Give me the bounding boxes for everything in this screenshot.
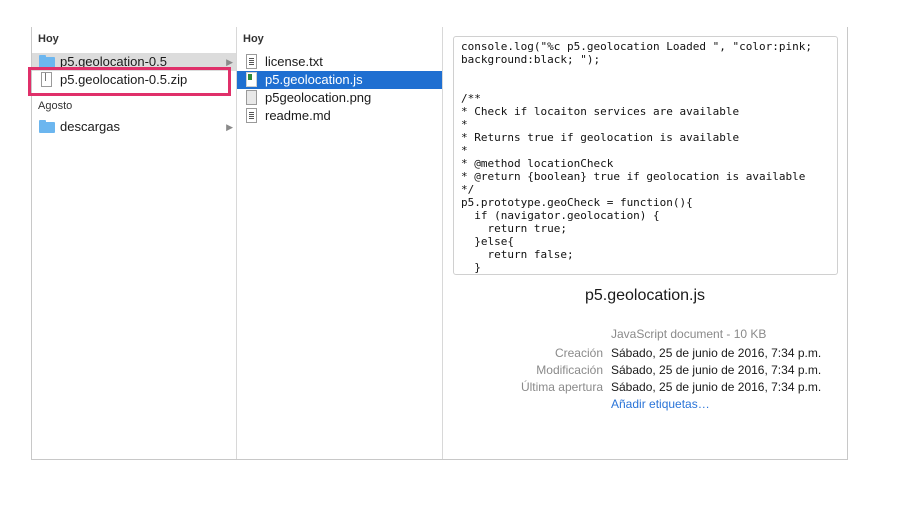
file-name: p5.geolocation.js	[584, 287, 706, 304]
item-label: descargas	[60, 119, 120, 134]
list-item-readme[interactable]: readme.md	[237, 107, 442, 125]
created-label: Creación	[554, 346, 603, 360]
preview-pane: console.log("%c p5.geolocation Loaded ",…	[443, 27, 847, 459]
item-label: license.txt	[265, 54, 323, 69]
item-label: p5.geolocation.js	[265, 72, 363, 87]
highlight-annotation-box	[28, 67, 231, 96]
chevron-right-icon: ▶	[226, 122, 233, 132]
modified-label: Modificación	[536, 363, 603, 377]
column-folder-contents: Hoy license.txt p5.geolocation.js p5geol…	[237, 27, 443, 459]
code-preview[interactable]: console.log("%c p5.geolocation Loaded ",…	[453, 36, 838, 275]
last-opened-label: Última apertura	[520, 380, 603, 394]
add-tags-link[interactable]: Añadir etiquetas…	[611, 397, 710, 411]
text-file-icon	[246, 54, 257, 69]
section-header-today: Hoy	[243, 33, 264, 45]
code-text: console.log("%c p5.geolocation Loaded ",…	[461, 40, 812, 274]
file-kind-size: JavaScript document - 10 KB	[611, 327, 767, 341]
item-label: readme.md	[265, 108, 331, 123]
js-file-icon	[246, 72, 257, 87]
image-file-icon	[246, 90, 257, 105]
last-opened-value: Sábado, 25 de junio de 2016, 7:34 p.m.	[611, 380, 822, 394]
created-value: Sábado, 25 de junio de 2016, 7:34 p.m.	[611, 346, 822, 360]
folder-icon	[39, 120, 55, 133]
list-item-license[interactable]: license.txt	[237, 53, 442, 71]
list-item-p5-geolocation-js[interactable]: p5.geolocation.js	[237, 71, 442, 89]
text-file-icon	[246, 108, 257, 123]
section-header-august: Agosto	[38, 100, 73, 112]
section-header-today: Hoy	[38, 33, 59, 45]
item-label: p5geolocation.png	[265, 90, 372, 105]
list-item-png[interactable]: p5geolocation.png	[237, 89, 442, 107]
modified-value: Sábado, 25 de junio de 2016, 7:34 p.m.	[611, 363, 822, 377]
list-item-folder-descargas[interactable]: descargas ▶	[32, 118, 236, 136]
